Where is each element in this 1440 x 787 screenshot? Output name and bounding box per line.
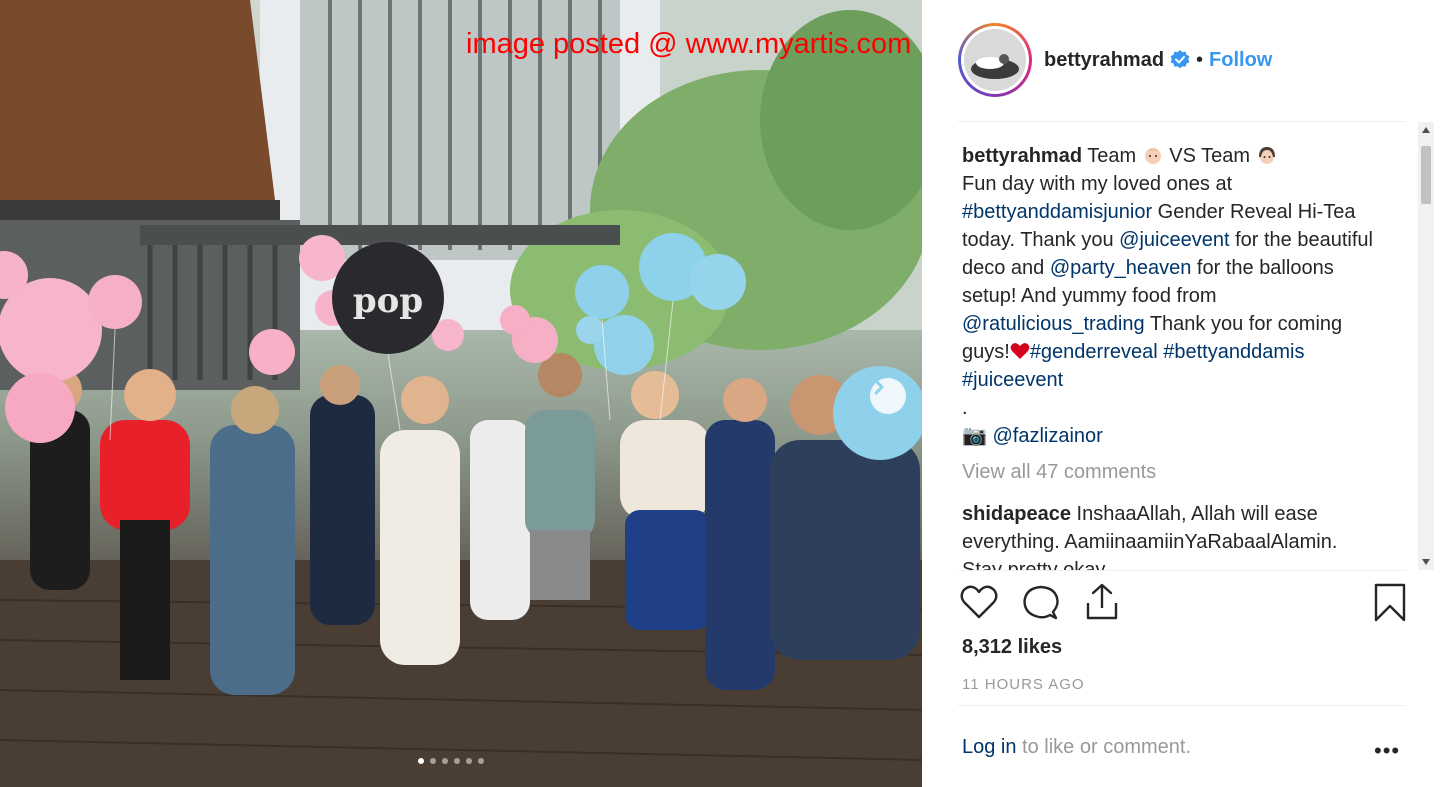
hashtag-link[interactable]: #juiceevent (962, 369, 1063, 391)
caption-username[interactable]: bettyrahmad (962, 145, 1082, 167)
avatar[interactable] (958, 23, 1032, 97)
scroll-down-icon[interactable] (1421, 557, 1431, 567)
carousel-next-button[interactable] (870, 378, 906, 414)
comment-icon[interactable] (1022, 584, 1060, 622)
hashtag-link[interactable]: #genderreveal (1030, 341, 1158, 363)
red-heart-emoji-icon (1010, 341, 1030, 363)
post-username[interactable]: bettyrahmad (1044, 49, 1164, 72)
mention-link[interactable]: @fazlizainor (992, 425, 1102, 447)
heart-icon[interactable] (960, 584, 998, 620)
verified-badge-icon (1170, 50, 1190, 70)
post-caption: bettyrahmad Team VS Team Fun day with my… (962, 142, 1374, 450)
comment-username[interactable]: shidapeace (962, 503, 1071, 525)
carousel-dot (466, 758, 472, 764)
login-prompt: Log in to like or comment. (962, 736, 1402, 759)
camera-icon: 📷 (962, 425, 987, 447)
carousel-dot (454, 758, 460, 764)
bookmark-icon[interactable] (1374, 583, 1406, 623)
login-prompt-text: to like or comment. (1016, 736, 1192, 758)
action-bar (958, 580, 1408, 626)
hashtag-link[interactable]: #bettyanddamisjunior (962, 201, 1152, 223)
caption-text: Fun day with my loved ones at (962, 173, 1233, 195)
caption-text: Team (1087, 145, 1142, 167)
share-icon[interactable] (1084, 583, 1120, 621)
hashtag-link[interactable]: #bettyanddamis (1163, 341, 1304, 363)
baby-boy-emoji-icon (1142, 145, 1164, 167)
post-photo[interactable]: pop image posted @ www.myartis.com (0, 0, 922, 787)
comments-scrollbar[interactable] (1418, 122, 1434, 570)
photo-scene: pop (0, 0, 922, 787)
caption-text: VS Team (1163, 145, 1256, 167)
more-options-button[interactable]: ••• (1374, 738, 1400, 764)
likes-count[interactable]: 8,312 likes (962, 636, 1062, 659)
footer-divider (958, 705, 1406, 706)
carousel-dot (442, 758, 448, 764)
post-timestamp: 11 HOURS AGO (962, 676, 1085, 693)
scroll-up-icon[interactable] (1421, 125, 1431, 135)
comments-divider (958, 570, 1406, 571)
carousel-dot (478, 758, 484, 764)
comment-item: shidapeace InshaaAllah, Allah will ease … (962, 500, 1374, 570)
watermark-text: image posted @ www.myartis.com (466, 28, 912, 60)
caption-text: . (962, 397, 968, 419)
mention-link[interactable]: @ratulicious_trading (962, 313, 1145, 335)
carousel-indicator (418, 758, 484, 764)
scrollbar-thumb[interactable] (1421, 146, 1431, 204)
view-all-comments-link[interactable]: View all 47 comments (962, 458, 1374, 486)
header-separator: • (1196, 48, 1204, 71)
post-sidebar: bettyrahmad • Follow bettyrahmad Team VS… (922, 0, 1440, 787)
avatar-image (964, 29, 1026, 91)
comments-list[interactable]: bettyrahmad Team VS Team Fun day with my… (962, 142, 1374, 570)
mention-link[interactable]: @party_heaven (1050, 257, 1192, 279)
header-divider (958, 121, 1406, 122)
baby-girl-emoji-icon (1256, 145, 1278, 167)
svg-text:pop: pop (353, 281, 423, 321)
carousel-dot (430, 758, 436, 764)
mention-link[interactable]: @juiceevent (1119, 229, 1229, 251)
login-link[interactable]: Log in (962, 736, 1017, 758)
follow-button[interactable]: Follow (1209, 49, 1272, 72)
carousel-dot (418, 758, 424, 764)
chevron-right-icon (874, 379, 884, 395)
post-header: bettyrahmad • Follow (958, 22, 1408, 98)
